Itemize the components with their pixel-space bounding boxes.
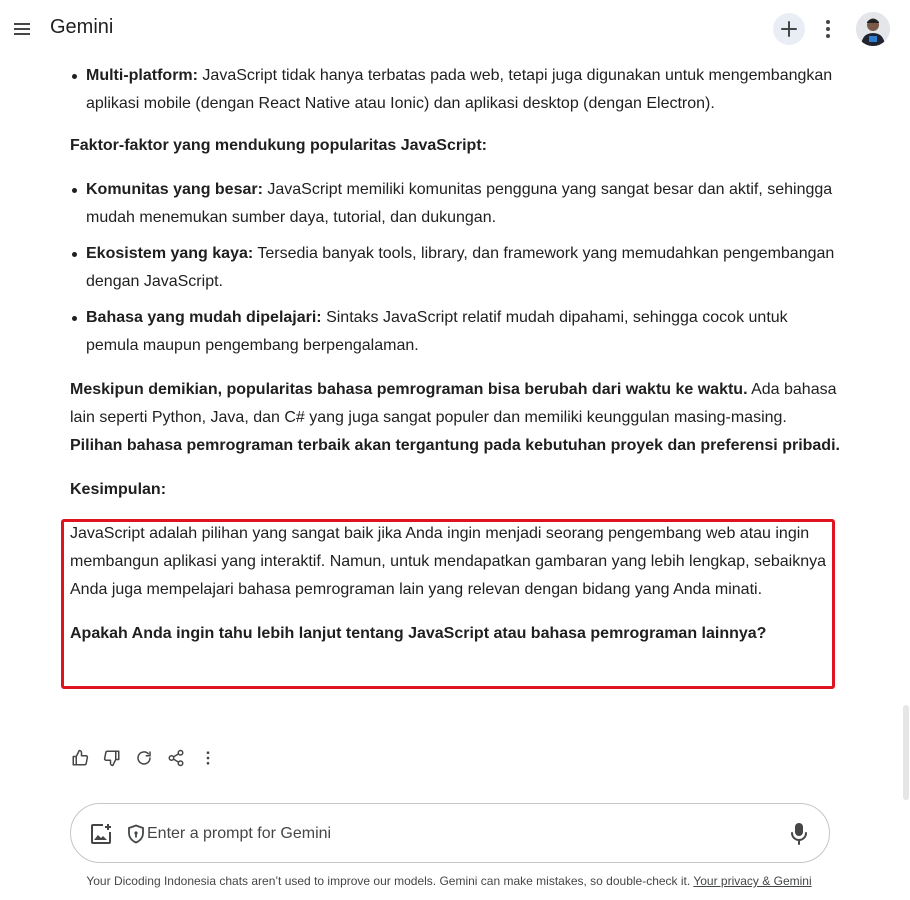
list-item: Komunitas yang besar: JavaScript memilik… [70,176,840,232]
microphone-icon[interactable] [787,820,811,848]
more-vert-icon[interactable] [818,15,838,43]
shield-icon [127,824,145,844]
conclusion-heading: Kesimpulan: [70,481,167,498]
platform-list: Multi-platform: JavaScript tidak hanya t… [70,62,840,118]
regenerate-icon[interactable] [134,748,154,768]
highlight-box [61,519,835,689]
list-item-label: Ekosistem yang kaya: [86,245,254,262]
scrollbar[interactable] [903,705,909,800]
list-item: Multi-platform: JavaScript tidak hanya t… [70,62,840,118]
thumbs-down-icon[interactable] [102,748,122,768]
factors-heading: Faktor-faktor yang mendukung popularitas… [70,137,487,154]
hamburger-menu-icon[interactable] [10,17,34,41]
list-item: Bahasa yang mudah dipelajari: Sintaks Ja… [70,304,840,360]
prompt-input[interactable] [147,820,767,848]
privacy-link[interactable]: Your privacy & Gemini [693,874,811,888]
new-chat-button[interactable] [773,13,805,45]
app-header: Gemini [0,0,910,58]
list-item-label: Komunitas yang besar: [86,181,263,198]
list-item-text: JavaScript tidak hanya terbatas pada web… [86,67,833,112]
factors-list: Komunitas yang besar: JavaScript memilik… [70,176,840,360]
more-vert-icon[interactable] [198,748,218,768]
list-item-label: Multi-platform: [86,67,198,84]
user-avatar[interactable] [856,12,890,46]
footer-disclaimer: Your Dicoding Indonesia chats aren’t use… [0,874,898,888]
response-actions [70,748,218,770]
list-item: Ekosistem yang kaya: Tersedia banyak too… [70,240,840,296]
summary-paragraph: Meskipun demikian, popularitas bahasa pe… [70,381,840,454]
prompt-box [70,803,830,863]
thumbs-up-icon[interactable] [70,748,90,768]
add-image-icon[interactable] [89,822,113,846]
list-item-label: Bahasa yang mudah dipelajari: [86,309,322,326]
footer-text: Your Dicoding Indonesia chats aren’t use… [86,874,694,888]
plus-icon [781,21,797,37]
share-icon[interactable] [166,748,186,768]
app-title: Gemini [50,16,114,38]
